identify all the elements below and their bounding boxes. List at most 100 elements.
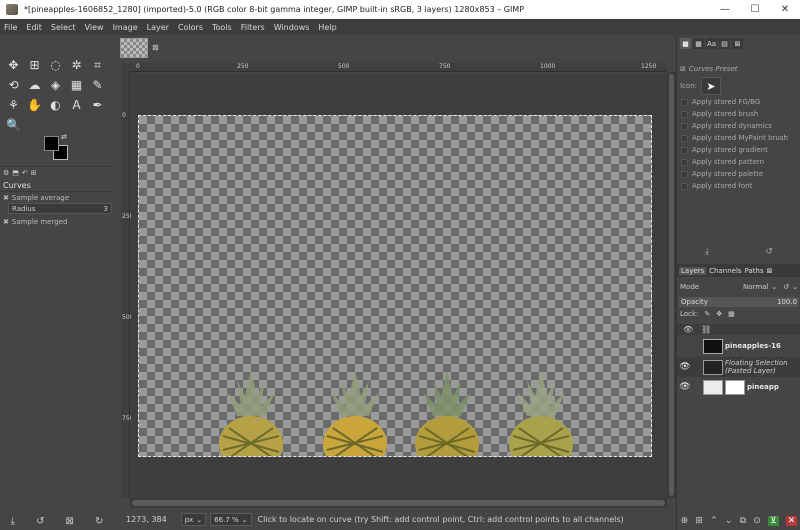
fonts-tab-icon[interactable]: Aa [706,38,717,49]
free-select-icon[interactable]: ◌ [45,55,66,75]
ruler-corner[interactable] [121,63,130,72]
clone-icon[interactable]: ⚘ [3,95,24,115]
close-image-tab-icon[interactable]: ⊠ [152,43,159,52]
tab-layers[interactable]: Layers [679,266,707,275]
foreground-color[interactable] [44,136,59,151]
horizontal-scrollbar[interactable] [130,498,667,508]
image-canvas[interactable] [138,115,652,457]
menu-filters[interactable]: Filters [241,23,265,32]
crop-icon[interactable]: ⌗ [87,55,108,75]
patterns-tab-icon[interactable]: ▦ [693,38,704,49]
scrollbar-thumb[interactable] [132,500,665,506]
image-tab-thumbnail[interactable] [120,38,148,58]
bucket-fill-icon[interactable]: ◈ [45,75,66,95]
close-dock-icon[interactable]: ⊠ [767,267,773,275]
checkbox[interactable] [681,170,688,178]
restore-tool-preset-icon[interactable]: ↺ [36,516,44,527]
anchor-layer-icon[interactable]: ⊻ [767,516,779,526]
layer-name[interactable]: pineapples-16 [725,342,781,350]
checkbox[interactable] [681,122,688,130]
text-icon[interactable]: A [66,95,87,115]
menu-layer[interactable]: Layer [147,23,169,32]
menu-edit[interactable]: Edit [26,23,42,32]
minimize-button[interactable]: — [710,0,740,19]
lock-position-icon[interactable]: ✥ [716,310,722,318]
save-tool-preset-icon[interactable]: ⤓ [11,516,15,527]
maximize-button[interactable]: ☐ [740,0,770,19]
restore-preset-icon[interactable]: ↺ [765,247,773,257]
undo-history-tab-icon[interactable]: ↶ [22,169,28,177]
menu-windows[interactable]: Windows [274,23,310,32]
new-layer-icon[interactable]: ⊕ [681,516,689,526]
align-icon[interactable]: ⊞ [24,55,45,75]
checkbox[interactable] [681,134,688,142]
duplicate-layer-icon[interactable]: ⧉ [740,516,746,526]
color-picker-icon[interactable]: ✒ [87,95,108,115]
eye-icon[interactable]: 👁 [677,362,693,372]
tool-options-tab-icon[interactable]: ⚙ [3,169,9,177]
warp-icon[interactable]: ☁ [24,75,45,95]
close-button[interactable]: ✕ [770,0,800,19]
sample-merged-option[interactable]: ✖ Sample merged [3,218,67,226]
menu-help[interactable]: Help [318,23,336,32]
tab-channels[interactable]: Channels [709,267,741,275]
reset-tool-options-icon[interactable]: ↻ [95,516,103,527]
smudge-icon[interactable]: ✋ [24,95,45,115]
checkbox[interactable] [681,158,688,166]
sample-average-option[interactable]: ✖ Sample average [3,194,69,202]
lock-pixels-icon[interactable]: ✎ [704,310,710,318]
mode-select[interactable]: Normal [743,283,768,291]
pointer-icon[interactable]: ➤ [701,77,721,95]
new-layer-group-icon[interactable]: ⊞ [695,516,703,526]
stored-option-item[interactable]: Apply stored brush [681,108,788,120]
checkbox[interactable] [681,146,688,154]
checkbox[interactable] [681,182,688,190]
vertical-scrollbar[interactable] [667,72,676,498]
layer-name[interactable]: Floating Selection (Pasted Layer) [725,359,788,375]
stored-option-item[interactable]: Apply stored dynamics [681,120,788,132]
unit-select[interactable]: px ⌄ [180,513,207,526]
document-history-tab-icon[interactable]: ▤ [719,38,730,49]
swap-colors-icon[interactable]: ⇄ [61,133,67,141]
dodge-icon[interactable]: ◐ [45,95,66,115]
stored-option-item[interactable]: Apply stored gradient [681,144,788,156]
lower-layer-icon[interactable]: ⌄ [725,516,733,526]
stored-option-item[interactable]: Apply stored palette [681,168,788,180]
zoom-icon[interactable]: 🔍 [3,115,24,135]
delete-layer-icon[interactable]: ✕ [785,516,798,526]
checkbox[interactable] [681,110,688,118]
horizontal-ruler[interactable]: 0 250 500 750 1000 1250 [130,63,667,72]
opacity-slider[interactable]: Opacity 100.0 [679,297,799,307]
scrollbar-thumb[interactable] [669,74,674,496]
reset-mode-icon[interactable]: ↺ [783,283,789,291]
paintbrush-icon[interactable]: ✎ [87,75,108,95]
mask-layer-icon[interactable]: ⊙ [753,516,761,526]
unified-transform-icon[interactable]: ⟲ [3,75,24,95]
brushes-tab-icon[interactable]: ■ [680,38,691,49]
close-dock-icon[interactable]: ⊠ [732,38,743,49]
save-preset-icon[interactable]: ⤓ [705,247,709,257]
menu-tools[interactable]: Tools [212,23,232,32]
checkbox[interactable] [681,98,688,106]
layer-row[interactable]: 👁 Floating Selection (Pasted Layer) [677,357,800,377]
raise-layer-icon[interactable]: ⌃ [710,516,718,526]
blend-icon[interactable]: ▦ [66,75,87,95]
move-icon[interactable]: ✥ [3,55,24,75]
fg-bg-colors[interactable]: ⇄ [44,133,70,162]
layer-row[interactable]: pineapples-16 [677,336,800,356]
canvas-area[interactable] [131,73,667,498]
menu-view[interactable]: View [85,23,104,32]
menu-image[interactable]: Image [113,23,138,32]
stored-option-item[interactable]: Apply stored FG/BG [681,96,788,108]
images-tab-icon[interactable]: ⊞ [31,169,37,177]
tab-paths[interactable]: Paths [745,267,764,275]
stored-option-item[interactable]: Apply stored pattern [681,156,788,168]
fuzzy-select-icon[interactable]: ✲ [66,55,87,75]
menu-file[interactable]: File [4,23,17,32]
stored-option-item[interactable]: Apply stored font [681,180,788,192]
delete-tool-preset-icon[interactable]: ⊠ [66,516,74,527]
device-status-tab-icon[interactable]: ⬒ [12,169,19,177]
zoom-select[interactable]: 66.7 % ⌄ [210,513,252,526]
vertical-ruler[interactable]: 0 250 500 750 [121,72,133,498]
lock-alpha-icon[interactable]: ▦ [728,310,735,318]
